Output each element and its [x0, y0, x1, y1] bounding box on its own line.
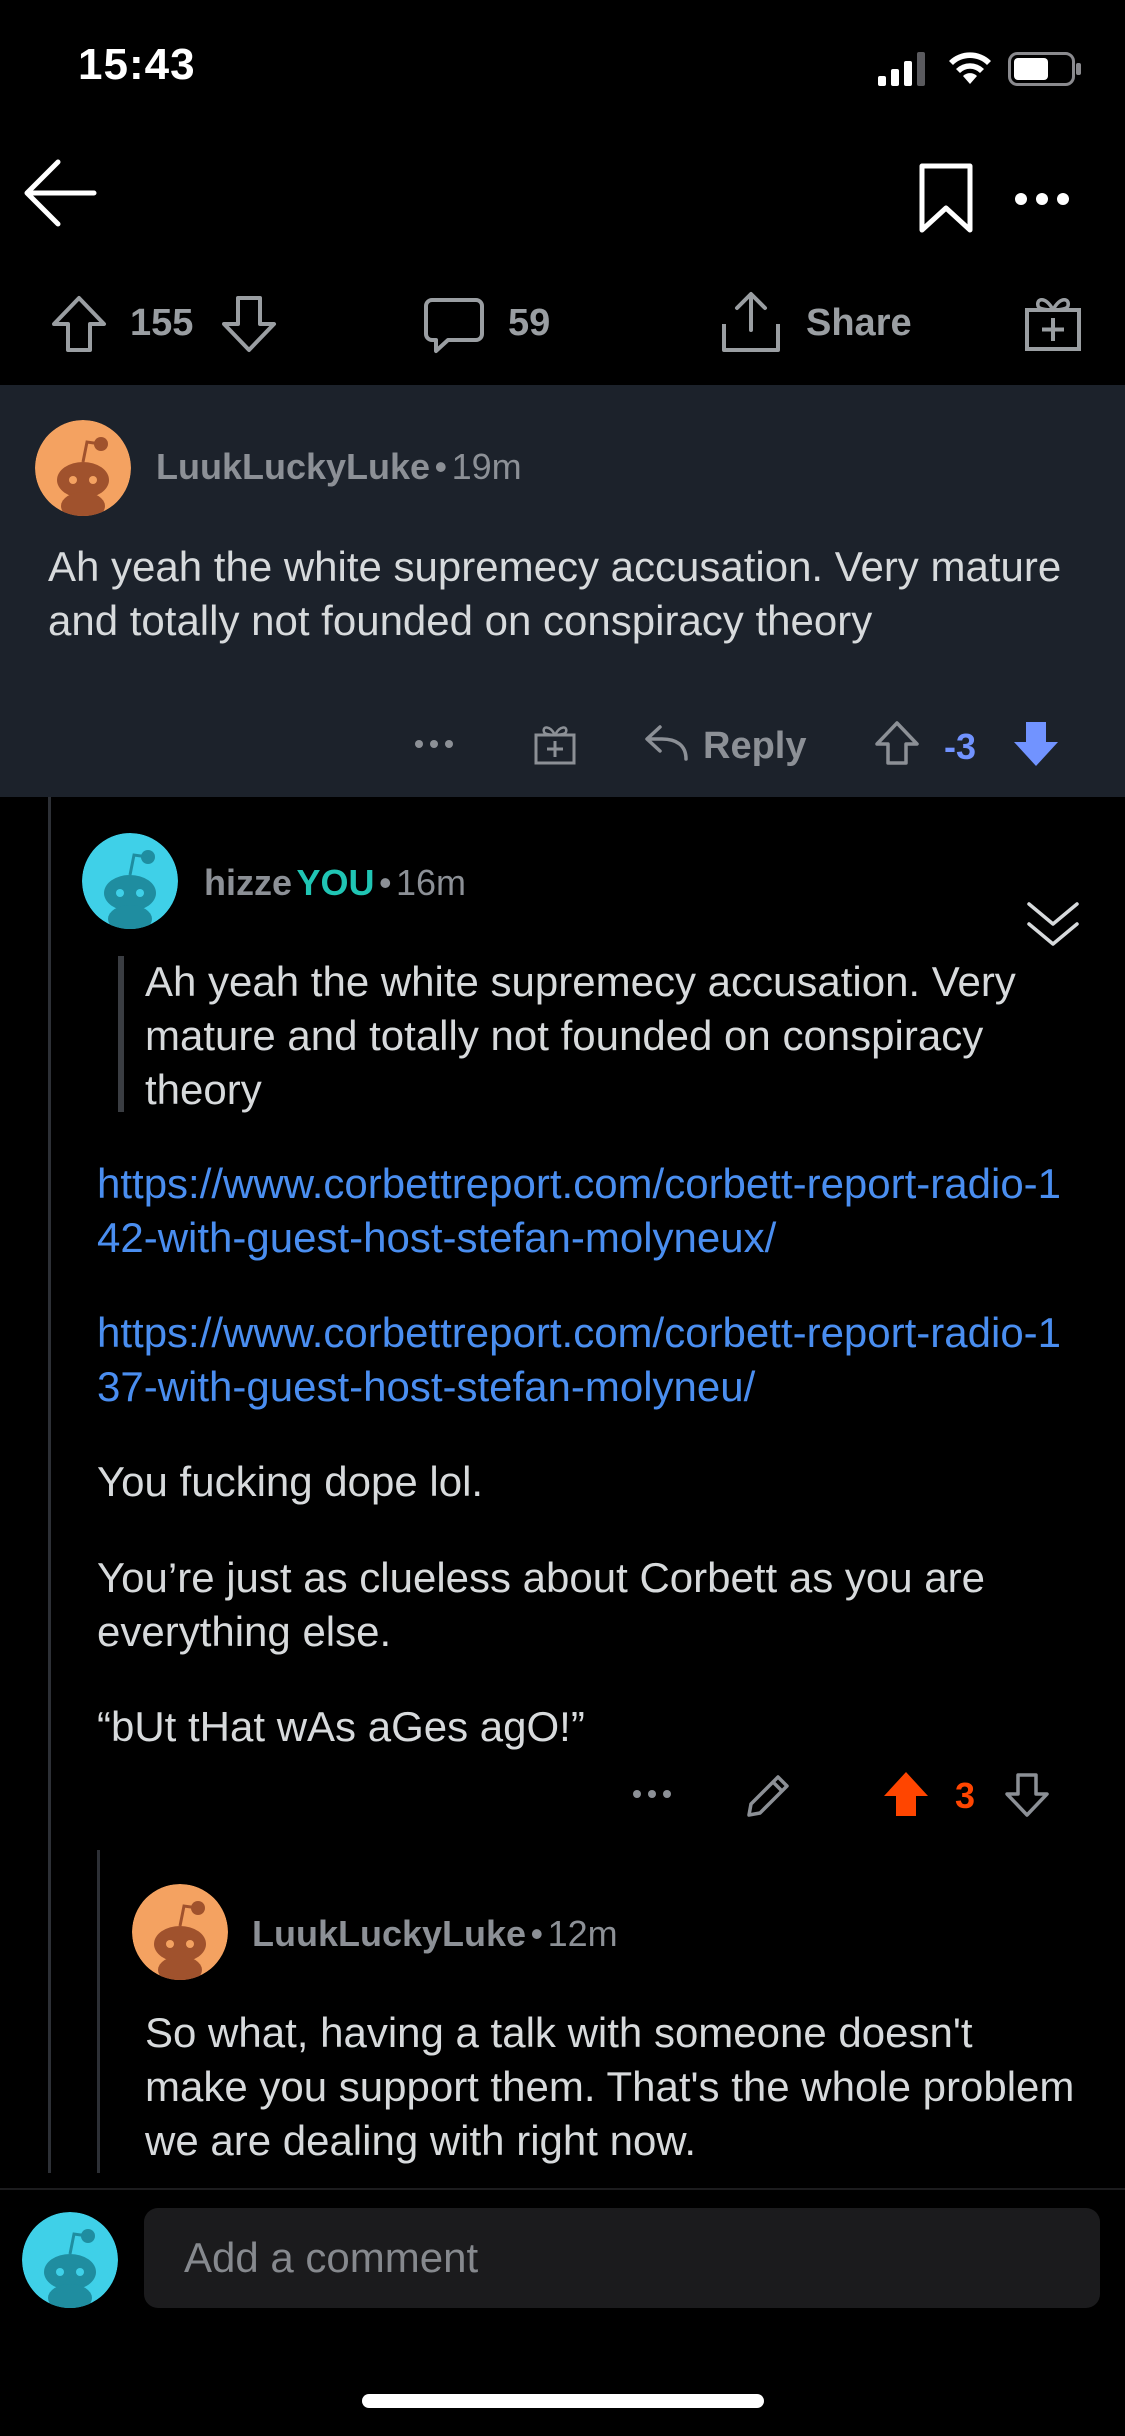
- collapse-chevron-icon[interactable]: [1026, 900, 1080, 950]
- status-time: 15:43: [78, 40, 196, 89]
- comment-timestamp: 12m: [547, 1913, 618, 1954]
- comment-link[interactable]: https://www.corbettreport.com/corbett-re…: [97, 1306, 1077, 1414]
- comment-upvote-icon-active[interactable]: [882, 1770, 930, 1818]
- meta-separator: •: [378, 862, 392, 903]
- post-downvote-icon[interactable]: [220, 294, 278, 354]
- post-upvote-count: 155: [130, 302, 194, 344]
- comment-timestamp: 16m: [396, 862, 467, 903]
- comment-award-icon[interactable]: [533, 721, 577, 765]
- meta-separator: •: [434, 446, 448, 487]
- back-arrow-icon[interactable]: [22, 158, 98, 228]
- battery-icon: [1008, 52, 1082, 86]
- comment-link[interactable]: https://www.corbettreport.com/corbett-re…: [97, 1157, 1077, 1265]
- comment-score: 3: [955, 1775, 976, 1816]
- comment-username[interactable]: LuukLuckyLuke: [156, 446, 430, 487]
- you-badge: YOU: [296, 862, 375, 903]
- share-label[interactable]: Share: [806, 302, 912, 345]
- thread-line[interactable]: [48, 797, 51, 2173]
- comment-downvote-icon-active[interactable]: [1012, 720, 1060, 768]
- meta-separator: •: [530, 1913, 544, 1954]
- add-comment-input[interactable]: [144, 2208, 1100, 2308]
- comment-body: So what, having a talk with someone does…: [145, 2009, 1075, 2164]
- thread-line-nested[interactable]: [97, 1850, 100, 2173]
- quote-bar: [118, 956, 124, 1112]
- comment-username[interactable]: hizze: [204, 862, 292, 903]
- reply-arrow-icon[interactable]: [642, 723, 688, 763]
- avatar[interactable]: [22, 2212, 118, 2308]
- comment-upvote-icon[interactable]: [874, 720, 920, 766]
- edit-pencil-icon[interactable]: [746, 1772, 792, 1818]
- comment-more-icon[interactable]: [632, 1789, 672, 1799]
- comment-body: Ah yeah the white supremecy accusation. …: [48, 543, 1062, 644]
- quoted-text: Ah yeah the white supremecy accusation. …: [145, 958, 1016, 1113]
- comment-score: -3: [944, 726, 977, 767]
- more-options-icon[interactable]: [1014, 192, 1070, 206]
- comment-paragraph: “bUt tHat wAs aGes agO!”: [97, 1703, 585, 1750]
- bookmark-icon[interactable]: [918, 162, 974, 234]
- share-icon[interactable]: [720, 290, 782, 354]
- post-upvote-icon[interactable]: [50, 294, 108, 354]
- comment-paragraph: You’re just as clueless about Corbett as…: [97, 1554, 985, 1655]
- comment-more-icon[interactable]: [414, 739, 454, 749]
- home-indicator[interactable]: [362, 2394, 764, 2408]
- avatar[interactable]: [82, 833, 178, 929]
- comment-meta: LuukLuckyLuke • 12m: [252, 1913, 618, 1955]
- avatar[interactable]: [132, 1884, 228, 1980]
- reply-label[interactable]: Reply: [703, 725, 806, 768]
- comments-icon[interactable]: [424, 296, 484, 354]
- avatar[interactable]: [35, 420, 131, 516]
- comments-count: 59: [508, 302, 551, 344]
- signal-icon: [878, 52, 930, 86]
- comment-meta: LuukLuckyLuke • 19m: [156, 446, 522, 488]
- comment-username[interactable]: LuukLuckyLuke: [252, 1913, 526, 1954]
- comment-paragraph: You fucking dope lol.: [97, 1458, 484, 1505]
- wifi-icon: [947, 50, 993, 86]
- award-gift-icon[interactable]: [1024, 292, 1082, 352]
- comment-timestamp: 19m: [451, 446, 522, 487]
- comment-meta: hizze YOU • 16m: [204, 862, 466, 904]
- comment-downvote-icon[interactable]: [1004, 1772, 1050, 1818]
